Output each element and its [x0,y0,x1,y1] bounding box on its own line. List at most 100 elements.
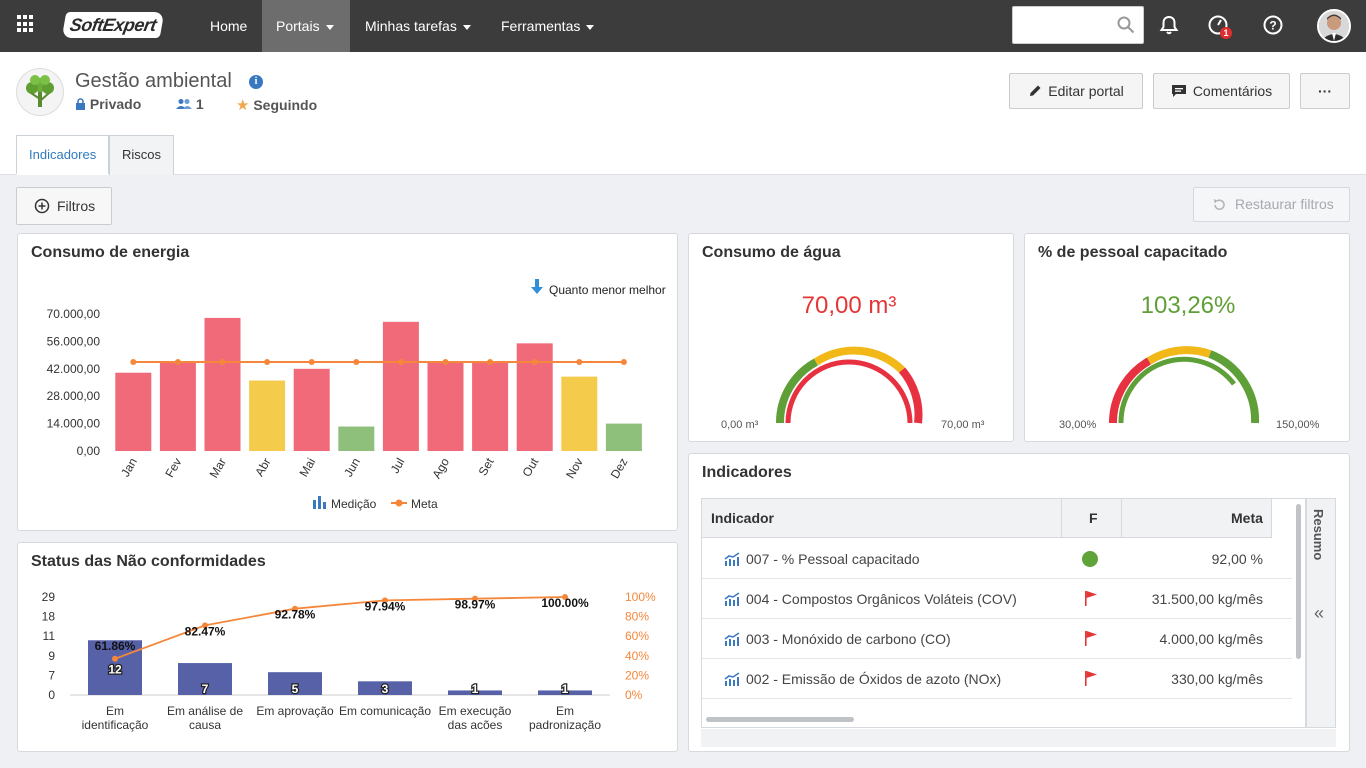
target-point[interactable] [531,358,538,365]
users-icon [176,99,192,109]
summary-side-tab[interactable]: Resumo « [1306,498,1336,728]
bar-jun[interactable] [338,426,375,451]
target-point[interactable] [442,358,449,365]
follow-status[interactable]: ★ Seguindo [236,96,317,114]
x-category-label: Em padronização [529,704,601,732]
bar-jan[interactable] [115,372,152,451]
search-box[interactable] [1012,6,1144,44]
search-input[interactable] [1021,7,1121,41]
search-icon[interactable] [1117,16,1135,34]
x-tick-label: Ago [429,455,452,481]
indicator-target: 92,00 % [1211,551,1263,567]
indicator-trend-icon [724,672,740,686]
page-title: Gestão ambiental [75,70,232,92]
members-label: 1 [195,96,204,112]
apps-grid-icon[interactable] [17,15,35,33]
x-tick-label: Dez [608,456,631,481]
table-row[interactable]: 007 - % Pessoal capacitado 92,00 % [702,539,1292,579]
bar-mar[interactable] [204,317,241,451]
y2-tick-label: 80% [625,610,649,624]
target-point[interactable] [308,358,315,365]
staff-max: 150,00% [1276,419,1320,431]
user-avatar[interactable] [1317,9,1351,43]
help-icon[interactable]: ? [1262,14,1284,36]
tab-indicadores[interactable]: Indicadores [16,135,109,175]
indicator-trend-icon [724,632,740,646]
comments-button[interactable]: Comentários [1153,73,1290,109]
indicator-trend-icon [724,592,740,606]
col-indicador[interactable]: Indicador [711,499,774,538]
bar-mai[interactable] [293,368,330,451]
nav-portais[interactable]: Portais [262,0,350,52]
arrow-down-icon [531,279,543,294]
restore-filters-button[interactable]: Restaurar filtros [1193,187,1350,222]
bar-abr[interactable] [249,380,286,451]
water-value: 70,00 m³ [802,292,897,319]
target-point[interactable] [576,358,583,365]
bar-fev[interactable] [159,362,196,451]
target-point[interactable] [397,358,404,365]
y-tick-label: 29 [42,590,56,604]
vertical-scrollbar[interactable] [1296,504,1301,659]
water-min: 0,00 m³ [721,419,759,431]
target-point[interactable] [174,358,181,365]
x-tick-label: Jul [388,456,408,476]
filters-label: Filtros [57,198,96,214]
y-tick-label: 28.000,00 [47,389,101,403]
brand-logo[interactable]: SoftExpert [61,12,165,38]
info-icon[interactable]: i [249,75,263,89]
bar-nov[interactable] [561,376,598,451]
collapse-left-icon[interactable]: « [1314,603,1324,624]
target-point[interactable] [130,358,137,365]
horizontal-scrollbar[interactable] [706,717,854,722]
cumulative-label: 98.97% [455,598,496,612]
energy-legend-target[interactable]: Meta [391,497,438,511]
energy-legend-measure[interactable]: Medição [313,496,377,511]
restore-filters-label: Restaurar filtros [1235,196,1334,212]
cumulative-label: 92.78% [275,608,316,622]
bar-value-label: 3 [382,682,389,696]
x-tick-label: Set [476,455,497,478]
bar-jul[interactable] [382,321,419,451]
portal-logo [16,68,64,116]
table-row[interactable]: 004 - Compostos Orgânicos Voláteis (COV)… [702,579,1292,619]
table-row[interactable]: 002 - Emissão de Óxidos de azoto (NOx) 3… [702,659,1292,699]
cumulative-point[interactable] [112,655,118,662]
follow-label: Seguindo [253,97,318,113]
chevron-down-icon [462,24,471,30]
bar-set[interactable] [472,362,509,451]
bar-ago[interactable] [427,362,464,451]
x-tick-label: Abr [252,456,273,479]
filters-button[interactable]: Filtros [16,187,112,225]
svg-text:Medição: Medição [331,497,377,511]
nav-minhas-tarefas[interactable]: Minhas tarefas [351,0,485,52]
nav-home[interactable]: Home [196,0,261,52]
col-f[interactable]: F [1089,499,1098,538]
x-tick-label: Mai [297,456,319,480]
target-point[interactable] [264,358,271,365]
edit-portal-button[interactable]: Editar portal [1009,73,1143,109]
target-point[interactable] [620,358,627,365]
indicator-name: 002 - Emissão de Óxidos de azoto (NOx) [746,671,1002,687]
red-flag-icon [1085,591,1097,606]
gauge-arc-green [1208,350,1260,424]
y-tick-label: 18 [42,610,56,624]
red-flag-icon [1085,631,1097,646]
x-tick-label: Jan [118,456,140,480]
col-meta[interactable]: Meta [1231,499,1263,538]
target-point[interactable] [219,358,226,365]
nav-ferramentas[interactable]: Ferramentas [487,0,608,52]
more-options-button[interactable]: ··· [1300,73,1350,109]
bar-dez[interactable] [605,423,642,451]
tab-riscos[interactable]: Riscos [109,135,174,175]
members-count[interactable]: 1 [176,96,204,112]
svg-text:?: ? [1269,19,1276,33]
indicators-table: Indicador F Meta 007 - % Pessoal capacit… [701,498,1306,728]
indicator-target: 31.500,00 kg/mês [1151,591,1263,607]
x-tick-label: Jun [341,456,363,480]
target-point[interactable] [353,358,360,365]
table-row[interactable]: 003 - Monóxido de carbono (CO) 4.000,00 … [702,619,1292,659]
target-point[interactable] [487,358,494,365]
bell-icon[interactable] [1158,14,1180,36]
status-green-dot-icon [1082,551,1098,567]
